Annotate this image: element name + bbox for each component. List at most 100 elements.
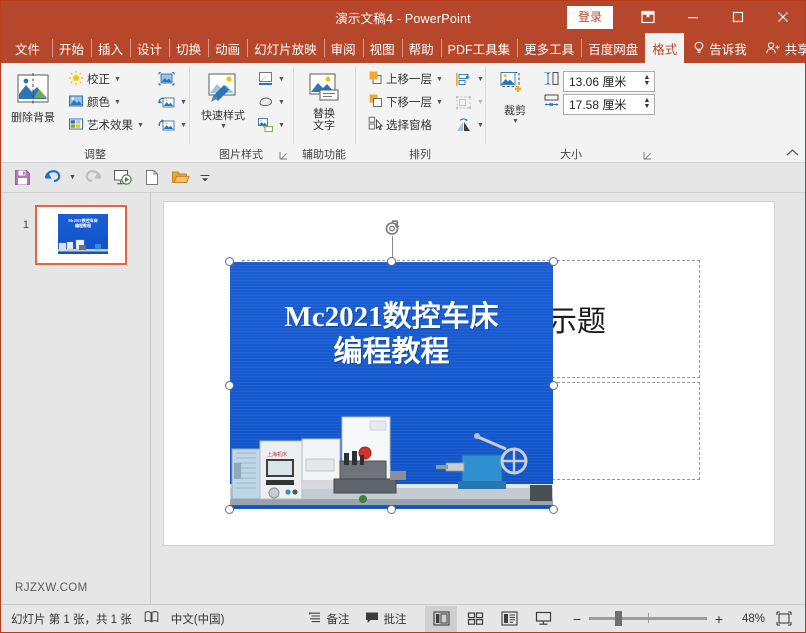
tab-file[interactable]: 文件 xyxy=(1,33,52,63)
tab-insert[interactable]: 插入 xyxy=(91,33,130,63)
send-backward-label: 下移一层 xyxy=(386,94,432,110)
shape-height-spinner[interactable]: ▲▼ xyxy=(642,75,652,87)
remove-background-button[interactable]: 删除背景 xyxy=(11,70,55,127)
start-slideshow-icon[interactable] xyxy=(109,166,136,190)
resize-handle-bottom-right[interactable] xyxy=(549,505,558,514)
chevron-down-icon[interactable]: ▼ xyxy=(512,118,519,125)
save-icon[interactable] xyxy=(9,166,36,190)
corrections-button[interactable]: 校正 ▼ xyxy=(65,68,147,90)
customize-qat-icon[interactable] xyxy=(196,166,214,190)
picture-styles-dialog-launcher-icon[interactable] xyxy=(279,151,289,161)
tab-format[interactable]: 格式 xyxy=(645,33,684,63)
selected-picture-object[interactable]: Mc2021数控车床 编程教程 xyxy=(230,262,553,509)
chevron-down-icon[interactable]: ▼ xyxy=(477,99,484,106)
open-folder-icon[interactable] xyxy=(167,166,194,190)
slide-canvas[interactable]: 示题 Mc2021数控车床 编程教程 xyxy=(163,201,775,546)
chevron-down-icon[interactable]: ▼ xyxy=(220,123,227,130)
tab-more-tools[interactable]: 更多工具 xyxy=(517,33,581,63)
maximize-icon[interactable] xyxy=(715,1,760,33)
tab-home[interactable]: 开始 xyxy=(52,33,91,63)
resize-handle-bottom-center[interactable] xyxy=(387,505,396,514)
tab-review[interactable]: 审阅 xyxy=(324,33,363,63)
chevron-down-icon[interactable]: ▼ xyxy=(114,76,121,83)
zoom-slider[interactable] xyxy=(589,617,707,620)
shape-width-input[interactable]: 17.58 厘米 ▲▼ xyxy=(563,94,655,115)
chevron-down-icon[interactable]: ▼ xyxy=(278,99,285,106)
resize-handle-middle-right[interactable] xyxy=(549,381,558,390)
picture-effects-button[interactable]: ▼ xyxy=(253,91,285,113)
thumbnail-item-1[interactable]: 1 Mc2021数控车床 编程教程 xyxy=(19,205,127,265)
tab-animations[interactable]: 动画 xyxy=(208,33,247,63)
slide-sorter-button[interactable] xyxy=(459,606,491,632)
alt-text-button[interactable]: 替换文字 xyxy=(302,70,346,134)
shape-width-spinner[interactable]: ▲▼ xyxy=(642,98,652,110)
undo-dropdown-chevron-down-icon[interactable]: ▼ xyxy=(67,166,78,190)
chevron-down-icon[interactable]: ▼ xyxy=(278,122,285,129)
tab-baidu-netdisk[interactable]: 百度网盘 xyxy=(581,33,645,63)
zoom-in-button[interactable]: + xyxy=(713,611,725,627)
chevron-down-icon[interactable]: ▼ xyxy=(436,99,443,106)
zoom-percent-label[interactable]: 48% xyxy=(731,613,765,625)
compress-pictures-button[interactable]: ▼ xyxy=(155,91,187,113)
zoom-out-button[interactable]: − xyxy=(571,611,583,627)
send-backward-button[interactable]: 下移一层 ▼ xyxy=(365,91,446,113)
minimize-icon[interactable] xyxy=(670,1,715,33)
chevron-down-icon[interactable]: ▼ xyxy=(477,122,484,129)
notes-button[interactable]: 备注 xyxy=(308,611,349,627)
slideshow-button[interactable] xyxy=(527,606,559,632)
share-button[interactable]: 共享 xyxy=(756,33,806,63)
reading-view-button[interactable] xyxy=(493,606,525,632)
tab-design[interactable]: 设计 xyxy=(130,33,169,63)
chevron-down-icon[interactable]: ▼ xyxy=(477,76,484,83)
quick-styles-button[interactable]: 快速样式 ▼ xyxy=(197,70,249,132)
crop-button[interactable]: 裁剪 ▼ xyxy=(493,69,537,127)
redo-icon[interactable] xyxy=(80,166,107,190)
sign-in-button[interactable]: 登录 xyxy=(567,6,613,29)
close-icon[interactable] xyxy=(760,1,805,33)
chevron-down-icon[interactable]: ▼ xyxy=(114,99,121,106)
tab-pdf-tools[interactable]: PDF工具集 xyxy=(441,33,518,63)
color-button[interactable]: 颜色 ▼ xyxy=(65,91,147,113)
rotate-handle-icon[interactable] xyxy=(383,220,400,237)
chevron-down-icon[interactable]: ▼ xyxy=(180,99,187,106)
tell-me-button[interactable]: 告诉我 xyxy=(684,33,756,63)
artistic-effects-button[interactable]: 艺术效果 ▼ xyxy=(65,114,147,136)
resize-handle-top-right[interactable] xyxy=(549,257,558,266)
comments-button[interactable]: 批注 xyxy=(365,611,406,627)
undo-icon[interactable] xyxy=(38,166,65,190)
size-dialog-launcher-icon[interactable] xyxy=(643,151,653,161)
normal-view-button[interactable] xyxy=(425,606,457,632)
shape-height-input[interactable]: 13.06 厘米 ▲▼ xyxy=(563,71,655,92)
rotate-objects-button[interactable]: ▼ xyxy=(452,114,484,136)
resize-handle-top-left[interactable] xyxy=(225,257,234,266)
chevron-down-icon[interactable]: ▼ xyxy=(436,76,443,83)
accessibility-checker-icon[interactable] xyxy=(144,610,159,627)
transparency-button[interactable] xyxy=(155,68,187,90)
thumbnail-frame[interactable]: Mc2021数控车床 编程教程 xyxy=(35,205,127,265)
fit-slide-icon[interactable] xyxy=(771,607,797,631)
picture-border-button[interactable]: ▼ xyxy=(253,68,285,90)
ribbon-display-options-icon[interactable] xyxy=(625,1,670,33)
tab-slide-show[interactable]: 幻灯片放映 xyxy=(247,33,324,63)
chevron-down-icon[interactable]: ▼ xyxy=(137,122,144,129)
new-file-icon[interactable] xyxy=(138,166,165,190)
chevron-down-icon[interactable]: ▼ xyxy=(278,76,285,83)
tab-transitions[interactable]: 切换 xyxy=(169,33,208,63)
tab-help[interactable]: 帮助 xyxy=(402,33,441,63)
chevron-down-icon[interactable]: ▼ xyxy=(180,122,187,129)
zoom-slider-thumb[interactable] xyxy=(615,611,622,626)
bring-forward-button[interactable]: 上移一层 ▼ xyxy=(365,68,446,90)
collapse-ribbon-chevron-icon[interactable] xyxy=(786,148,799,160)
shape-width-field: 17.58 厘米 ▲▼ xyxy=(543,93,655,115)
tab-view[interactable]: 视图 xyxy=(363,33,402,63)
resize-handle-middle-left[interactable] xyxy=(225,381,234,390)
resize-handle-top-center[interactable] xyxy=(387,257,396,266)
picture-image[interactable]: Mc2021数控车床 编程教程 xyxy=(230,262,553,509)
picture-layout-button[interactable]: ▼ xyxy=(253,114,285,136)
selection-pane-button[interactable]: 选择窗格 xyxy=(365,114,446,136)
align-objects-button[interactable]: ▼ xyxy=(452,68,484,90)
group-objects-button[interactable]: ▼ xyxy=(452,91,484,113)
resize-handle-bottom-left[interactable] xyxy=(225,505,234,514)
language-label[interactable]: 中文(中国) xyxy=(171,611,225,627)
change-picture-button[interactable]: ▼ xyxy=(155,114,187,136)
